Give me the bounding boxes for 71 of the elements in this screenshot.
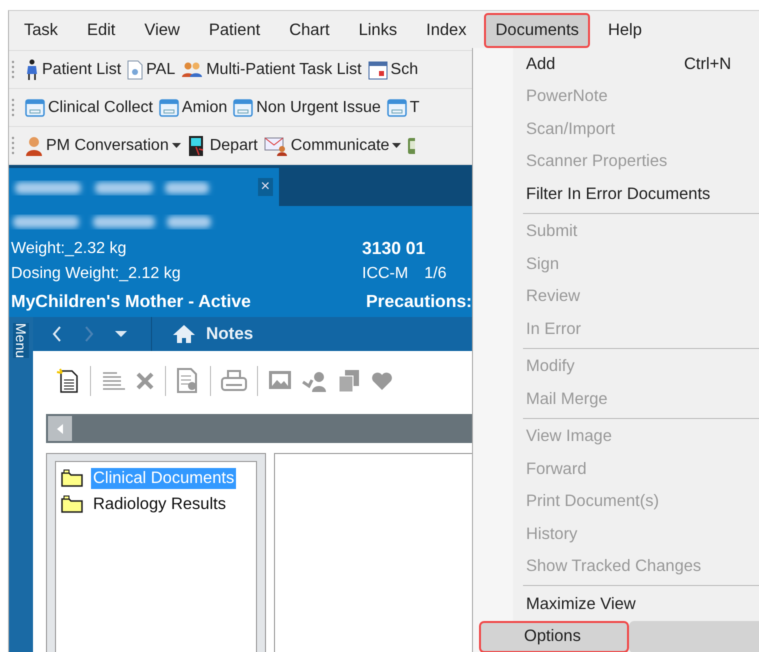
people-icon — [181, 62, 204, 78]
page-title: Notes — [206, 324, 254, 344]
document-search-icon[interactable] — [176, 368, 200, 394]
unit-text: ICC-M — [362, 264, 408, 282]
grip-icon[interactable] — [11, 58, 15, 80]
lines-icon[interactable] — [101, 370, 125, 392]
menu-item[interactable]: View — [133, 13, 191, 48]
dosing-weight-text: Dosing Weight:_2.12 kg — [11, 264, 181, 282]
menu-item[interactable]: Chart — [278, 13, 341, 48]
shortcut-text: Ctrl+N — [684, 54, 732, 74]
window-icon — [386, 98, 407, 118]
grip-icon[interactable] — [11, 134, 15, 156]
menu-item[interactable]: Help — [596, 13, 653, 48]
toolbar-button[interactable]: PM Conversation — [25, 136, 181, 156]
person-icon — [25, 58, 39, 80]
toolbar-button[interactable]: Patient List — [25, 58, 122, 80]
toolbar-button[interactable]: Non Urgent Issue — [233, 98, 381, 118]
clipboard-icon — [407, 136, 416, 156]
document-icon — [127, 60, 144, 80]
heart-icon[interactable] — [370, 371, 394, 391]
menu-item[interactable]: Links — [348, 13, 408, 48]
toolbar-button[interactable]: Multi-Patient Task List — [181, 60, 362, 78]
room-text: 3130 01 — [362, 238, 426, 259]
scroll-left-button[interactable] — [48, 416, 72, 441]
menu-item[interactable]: Documents — [484, 13, 590, 48]
documents-icon[interactable] — [338, 369, 360, 393]
caret-icon — [172, 143, 181, 148]
menu-item[interactable]: Patient — [198, 13, 272, 48]
grip-icon[interactable] — [11, 96, 15, 118]
folder-icon — [61, 495, 83, 513]
toolbar-button[interactable]: PAL — [127, 60, 176, 80]
picture-frame-icon[interactable] — [268, 370, 292, 392]
menu-item[interactable]: Task — [13, 13, 69, 48]
envelope-icon — [264, 136, 288, 156]
window-icon — [25, 98, 45, 118]
menu-item[interactable]: Edit — [76, 13, 126, 48]
folder-item[interactable]: Radiology Results — [91, 494, 228, 514]
folder-icon — [61, 469, 83, 487]
toolbar-button[interactable]: Communicate — [264, 136, 402, 156]
patient-tab[interactable]: × — [9, 168, 279, 206]
new-document-icon[interactable] — [56, 368, 80, 394]
toolbar-button[interactable]: Sch — [368, 60, 418, 80]
forward-icon[interactable] — [83, 325, 95, 343]
precautions-text: Precautions: — [366, 291, 472, 312]
bed-text: 1/6 — [424, 264, 446, 282]
relation-text: MyChildren's Mother - Active — [11, 291, 251, 312]
close-icon[interactable]: × — [258, 178, 273, 196]
left-arrow-icon — [57, 424, 63, 434]
window-icon — [158, 98, 179, 118]
back-icon[interactable] — [51, 325, 63, 343]
delete-icon[interactable] — [135, 371, 155, 391]
person-icon — [25, 136, 43, 156]
toolbar-button[interactable]: Depart — [186, 134, 258, 156]
scroll-bar[interactable] — [46, 414, 472, 443]
toolbar-button[interactable] — [407, 136, 416, 156]
home-icon[interactable] — [172, 324, 196, 344]
menu-option[interactable]: Maximize View — [473, 588, 759, 620]
printer-icon[interactable] — [221, 370, 247, 392]
menu-option[interactable]: Add Ctrl+N — [473, 48, 759, 80]
side-tab[interactable]: Menu — [9, 317, 33, 652]
toolbar-button[interactable]: T — [386, 98, 420, 118]
window-icon — [233, 98, 254, 118]
toolbar-button[interactable]: Amion — [158, 98, 228, 118]
weight-text: Weight:_2.32 kg — [11, 240, 126, 258]
menu-item[interactable]: Index — [415, 13, 478, 48]
caret-icon — [392, 143, 402, 148]
person-arrow-icon[interactable] — [302, 370, 328, 392]
calendar-icon — [368, 60, 388, 80]
caret-icon[interactable] — [115, 331, 127, 337]
menu-option[interactable]: Filter In Error Documents — [473, 178, 759, 210]
toolbar-button[interactable]: Clinical Collect — [25, 98, 153, 118]
